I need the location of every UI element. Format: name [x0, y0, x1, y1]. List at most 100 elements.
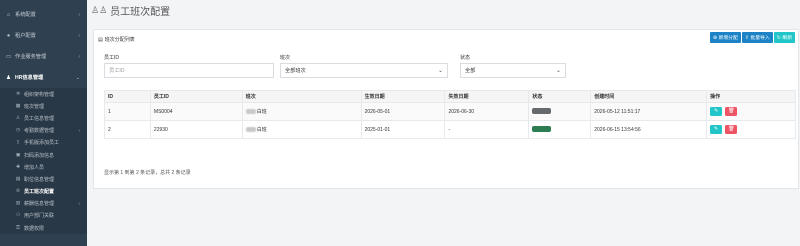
monitor-icon: ▭: [5, 53, 12, 60]
edit-button[interactable]: ✎: [710, 125, 723, 134]
cell-actions: ✎ 🗑: [706, 120, 796, 139]
chevron-left-icon: ‹: [78, 11, 80, 18]
refresh-button[interactable]: ↻ 刷新: [773, 32, 795, 43]
calendar-icon: ▦: [15, 103, 21, 109]
sidebar-subitem-qr-add[interactable]: ▣ 扫码添加信息: [0, 149, 87, 161]
sidebar-subitem-attendance[interactable]: ◷ 考勤数据管理 ‹: [0, 125, 87, 137]
cell-actions: ✎ 🗑: [706, 102, 796, 121]
sidebar-subitem-org[interactable]: ✲ 组织架构管理: [0, 88, 87, 100]
sidebar-subitem-salary[interactable]: ▥ 薪酬信息管理 ‹: [0, 198, 87, 210]
sidebar-subitem-label: 员工信息管理: [24, 115, 55, 122]
assignment-card: ▤ 班次分配列表 ⊕ 新增分配 ⇪ 批量导入 ↻ 刷新 员工ID 员工ID 班次…: [93, 29, 799, 189]
redacted-text: [245, 127, 256, 133]
male-icon: ♙: [15, 115, 21, 121]
batch-import-button[interactable]: ⇪ 批量导入: [741, 32, 773, 43]
user-group-icon: ♟: [6, 74, 11, 81]
edit-button[interactable]: ✎: [710, 107, 723, 116]
cell-id: 2: [104, 120, 151, 139]
status-label: 状态: [460, 55, 471, 61]
status-badge: [532, 108, 552, 115]
sidebar-subitem-data-perm[interactable]: ⚿ 数据权限: [0, 222, 87, 234]
column-header[interactable]: 创建时间: [590, 90, 708, 103]
shift-label: 班次: [280, 55, 291, 61]
chevron-down-icon: ⌄: [75, 74, 80, 81]
sidebar-subitem-mobile-add[interactable]: ▯ 手机版添加员工: [0, 137, 87, 149]
main-content: ♙♙ 员工班次配置 ▤ 班次分配列表 ⊕ 新增分配 ⇪ 批量导入 ↻ 刷新 员工…: [87, 0, 800, 246]
briefcase-icon: ▤: [15, 176, 21, 182]
sidebar-subitem-position[interactable]: ▤ 职位信息管理: [0, 173, 87, 185]
redacted-text: [245, 109, 256, 115]
cell-shift: 白班: [241, 120, 362, 139]
column-header[interactable]: 失效日期: [444, 90, 530, 103]
chevron-left-icon: ‹: [78, 201, 81, 207]
status-select-value: 全部: [465, 68, 476, 74]
sidebar-item-system-config[interactable]: ⌂ 系统配置 ‹: [0, 4, 87, 25]
cell-status: [528, 120, 592, 139]
cell-created: 2026-06-15 13:54:56: [590, 120, 708, 139]
refresh-label: 刷新: [782, 36, 792, 41]
cell-start-date: 2025-01-01: [360, 120, 446, 139]
shift-filter: 班次 全部班次 ⌄: [280, 54, 448, 78]
delete-button[interactable]: 🗑: [725, 107, 738, 116]
mobile-icon: ▯: [16, 140, 20, 146]
sidebar-item-label: 租户配置: [15, 33, 36, 39]
cell-shift: 白班: [241, 102, 362, 121]
chevron-down-icon: ⌄: [555, 68, 561, 74]
table-row[interactable]: 1 MS0004 白班 2026-05-01 2026-06-30 2026-0…: [104, 102, 796, 121]
delete-button[interactable]: 🗑: [725, 125, 738, 134]
link-icon: ⚇: [15, 213, 21, 219]
trash-icon: 🗑: [728, 108, 735, 114]
sidebar: ⌂ 系统配置 ‹ ● 租户配置 ‹ ▭ 作业服务管理 ‹ ♟ HR信息管理 ⌄ …: [0, 0, 87, 246]
money-icon: ▥: [15, 201, 21, 207]
column-header[interactable]: 状态: [528, 90, 592, 103]
user-icon: ●: [6, 32, 11, 39]
shift-select[interactable]: 全部班次 ⌄: [280, 63, 448, 78]
card-title-text: 班次分配列表: [104, 37, 135, 43]
chevron-left-icon: ‹: [78, 53, 80, 60]
filter-bar: 员工ID 员工ID 班次 全部班次 ⌄ 状态 全部 ⌄: [104, 54, 794, 84]
status-select[interactable]: 全部 ⌄: [460, 63, 566, 78]
team-icon: ♲: [15, 189, 21, 195]
cell-employee-id: 22930: [149, 120, 243, 139]
sidebar-item-job-service[interactable]: ▭ 作业服务管理 ‹: [0, 46, 87, 67]
table-header-row: ID 员工ID 班次 生效日期 失效日期 状态 创建时间 操作: [104, 90, 796, 103]
sidebar-item-hr-info[interactable]: ♟ HR信息管理 ⌄: [0, 67, 87, 88]
add-assignment-button[interactable]: ⊕ 新增分配: [709, 32, 741, 43]
employee-id-input[interactable]: 员工ID: [104, 63, 274, 78]
trash-icon: 🗑: [728, 126, 735, 132]
sidebar-subitem-label: 手机版添加员工: [24, 140, 60, 147]
column-header[interactable]: ID: [104, 90, 151, 103]
sidebar-subitem-label: 班次管理: [24, 103, 45, 110]
pencil-icon: ✎: [713, 108, 719, 114]
assignment-table: ID 员工ID 班次 生效日期 失效日期 状态 创建时间 操作 1 MS0004…: [104, 90, 796, 139]
sidebar-item-label: 作业服务管理: [15, 54, 47, 60]
sidebar-subitem-add-person[interactable]: ✚ 增加人员: [0, 161, 87, 173]
sidebar-subitem-shift-assign[interactable]: ♲ 员工班次配置: [0, 186, 87, 198]
column-header[interactable]: 班次: [241, 90, 362, 103]
sidebar-item-tenant-config[interactable]: ● 租户配置 ‹: [0, 25, 87, 46]
cell-status: [528, 102, 592, 121]
sidebar-item-label: HR信息管理: [15, 75, 44, 81]
column-header[interactable]: 员工ID: [149, 90, 243, 103]
sidebar-subitem-label: 员工班次配置: [24, 189, 55, 196]
table-row[interactable]: 2 22930 白班 2025-01-01 - 2026-06-15 13:54…: [104, 120, 796, 139]
cell-end-date: -: [444, 120, 530, 139]
chevron-left-icon: ‹: [78, 32, 80, 39]
sidebar-subitem-label: 数据权限: [24, 225, 45, 232]
shift-select-value: 全部班次: [285, 68, 306, 74]
clock-icon: ◷: [15, 128, 21, 134]
calendar-icon: ▤: [98, 36, 103, 43]
plus-circle-icon: ⊕: [712, 34, 718, 41]
toolbar: ⊕ 新增分配 ⇪ 批量导入 ↻ 刷新: [709, 32, 795, 43]
card-title: ▤ 班次分配列表: [98, 36, 135, 44]
cell-created: 2026-05-12 11:51:17: [590, 102, 708, 121]
sidebar-subitem-label: 薪酬信息管理: [24, 201, 55, 208]
sidebar-subitem-employee[interactable]: ♙ 员工信息管理: [0, 112, 87, 124]
sidebar-subitem-user-dept[interactable]: ⚇ 用户部门关联: [0, 210, 87, 222]
bank-icon: ⌂: [6, 11, 11, 18]
sidebar-subitem-shift[interactable]: ▦ 班次管理: [0, 100, 87, 112]
column-header[interactable]: 生效日期: [360, 90, 446, 103]
status-badge: [532, 126, 552, 133]
refresh-icon: ↻: [776, 34, 781, 41]
page-title-text: 员工班次配置: [110, 6, 171, 18]
